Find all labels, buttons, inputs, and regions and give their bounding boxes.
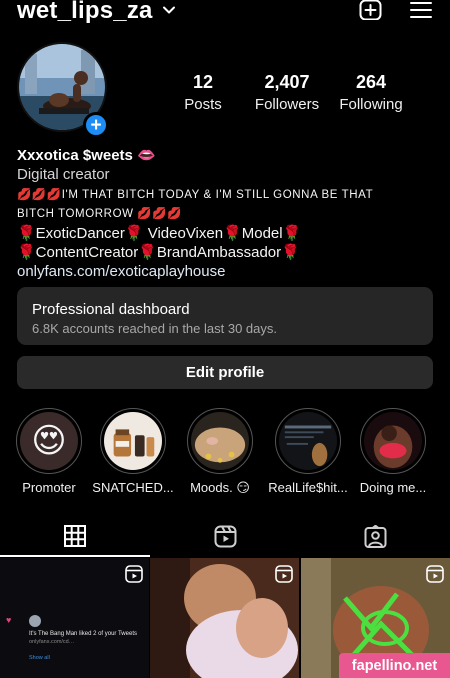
display-name: Xxxotica $weets 👄 (17, 147, 156, 164)
highlight-cover (191, 412, 249, 470)
followers-stat[interactable]: 2,407 Followers (250, 72, 324, 113)
username[interactable]: wet_lips_za (17, 0, 153, 25)
tweet-avatar (29, 615, 41, 627)
plus-square-icon[interactable] (359, 0, 382, 20)
highlight-ring (100, 408, 166, 474)
highlight-label: SNATCHED... (92, 480, 174, 495)
highlight-label: Moods. 😏 (190, 480, 250, 495)
profile-bio: Xxxotica $weets 👄 Digital creator 💋💋💋I'M… (17, 146, 437, 280)
chevron-down-icon[interactable] (162, 3, 176, 17)
profile-avatar[interactable]: + (17, 42, 109, 138)
highlight-cover (279, 412, 337, 470)
tagged-icon (364, 524, 386, 548)
followers-count: 2,407 (264, 72, 310, 92)
account-category: Digital creator (17, 166, 110, 183)
highlight-label: Promoter (22, 480, 76, 495)
reel-badge-icon (125, 565, 143, 583)
highlight-label: RealLife$hit... (268, 480, 348, 495)
following-count: 264 (355, 72, 387, 92)
dashboard-title: Professional dashboard (32, 301, 190, 318)
reels-icon (214, 525, 236, 547)
tab-tagged[interactable] (300, 514, 450, 558)
show-all-link: Show all (29, 655, 50, 661)
highlight-ring (187, 408, 253, 474)
hamburger-menu-icon[interactable] (410, 1, 432, 19)
bio-line-2: BITCH TOMORROW 💋💋💋 (17, 208, 183, 220)
highlight-ring (275, 408, 341, 474)
add-story-plus-icon[interactable]: + (83, 112, 109, 138)
highlight-reallife[interactable]: RealLife$hit... (266, 408, 350, 495)
highlight-cover (364, 412, 422, 470)
tab-reels[interactable] (150, 514, 300, 558)
dashboard-subtitle: 6.8K accounts reached in the last 30 day… (32, 321, 277, 336)
following-stat[interactable]: 264 Following (336, 72, 406, 113)
post-thumbnail-2[interactable] (150, 558, 299, 678)
bio-link[interactable]: onlyfans.com/exoticaplayhouse (17, 263, 437, 280)
posts-stat[interactable]: 12 Posts (178, 72, 228, 113)
highlight-ring (360, 408, 426, 474)
grid-icon (64, 525, 86, 547)
watermark: fapellino.net (339, 653, 450, 678)
highlight-doing-me[interactable]: Doing me... (351, 408, 435, 495)
bio-line-3: 🌹ExoticDancer🌹 VideoVixen🌹Model🌹 (17, 225, 302, 242)
reel-badge-icon (275, 565, 293, 583)
post-thumbnail-tweet[interactable]: ♥ It's The Bang Man liked 2 of your Twee… (0, 558, 149, 678)
heart-eyes-emoji-icon: 😍 (20, 412, 78, 470)
highlight-ring: 😍 (16, 408, 82, 474)
highlight-moods[interactable]: Moods. 😏 (178, 408, 262, 496)
following-label: Following (339, 96, 403, 113)
highlight-label: Doing me... (359, 480, 427, 495)
followers-label: Followers (254, 96, 320, 113)
posts-label: Posts (184, 96, 222, 113)
top-bar: wet_lips_za (0, 0, 450, 28)
bio-line-1: 💋💋💋I'M THAT BITCH TODAY & I'M STILL GONN… (17, 189, 374, 201)
heart-icon: ♥ (6, 615, 12, 625)
tweet-notification-text: It's The Bang Man liked 2 of your Tweets (29, 631, 137, 637)
highlight-snatched[interactable]: SNATCHED... (91, 408, 175, 495)
posts-count: 12 (192, 72, 214, 92)
bio-line-4: 🌹ContentCreator🌹BrandAmbassador🌹 (17, 244, 300, 261)
active-tab-indicator (0, 555, 150, 557)
profile-tabs (0, 514, 450, 558)
tweet-meta: onlyfans.com/cd… (29, 639, 75, 645)
tab-posts-grid[interactable] (0, 514, 150, 558)
highlight-promoter[interactable]: 😍 Promoter (7, 408, 91, 495)
professional-dashboard[interactable]: Professional dashboard 6.8K accounts rea… (17, 287, 433, 345)
edit-profile-button[interactable]: Edit profile (17, 356, 433, 389)
highlight-cover (104, 412, 162, 470)
reel-badge-icon (426, 565, 444, 583)
